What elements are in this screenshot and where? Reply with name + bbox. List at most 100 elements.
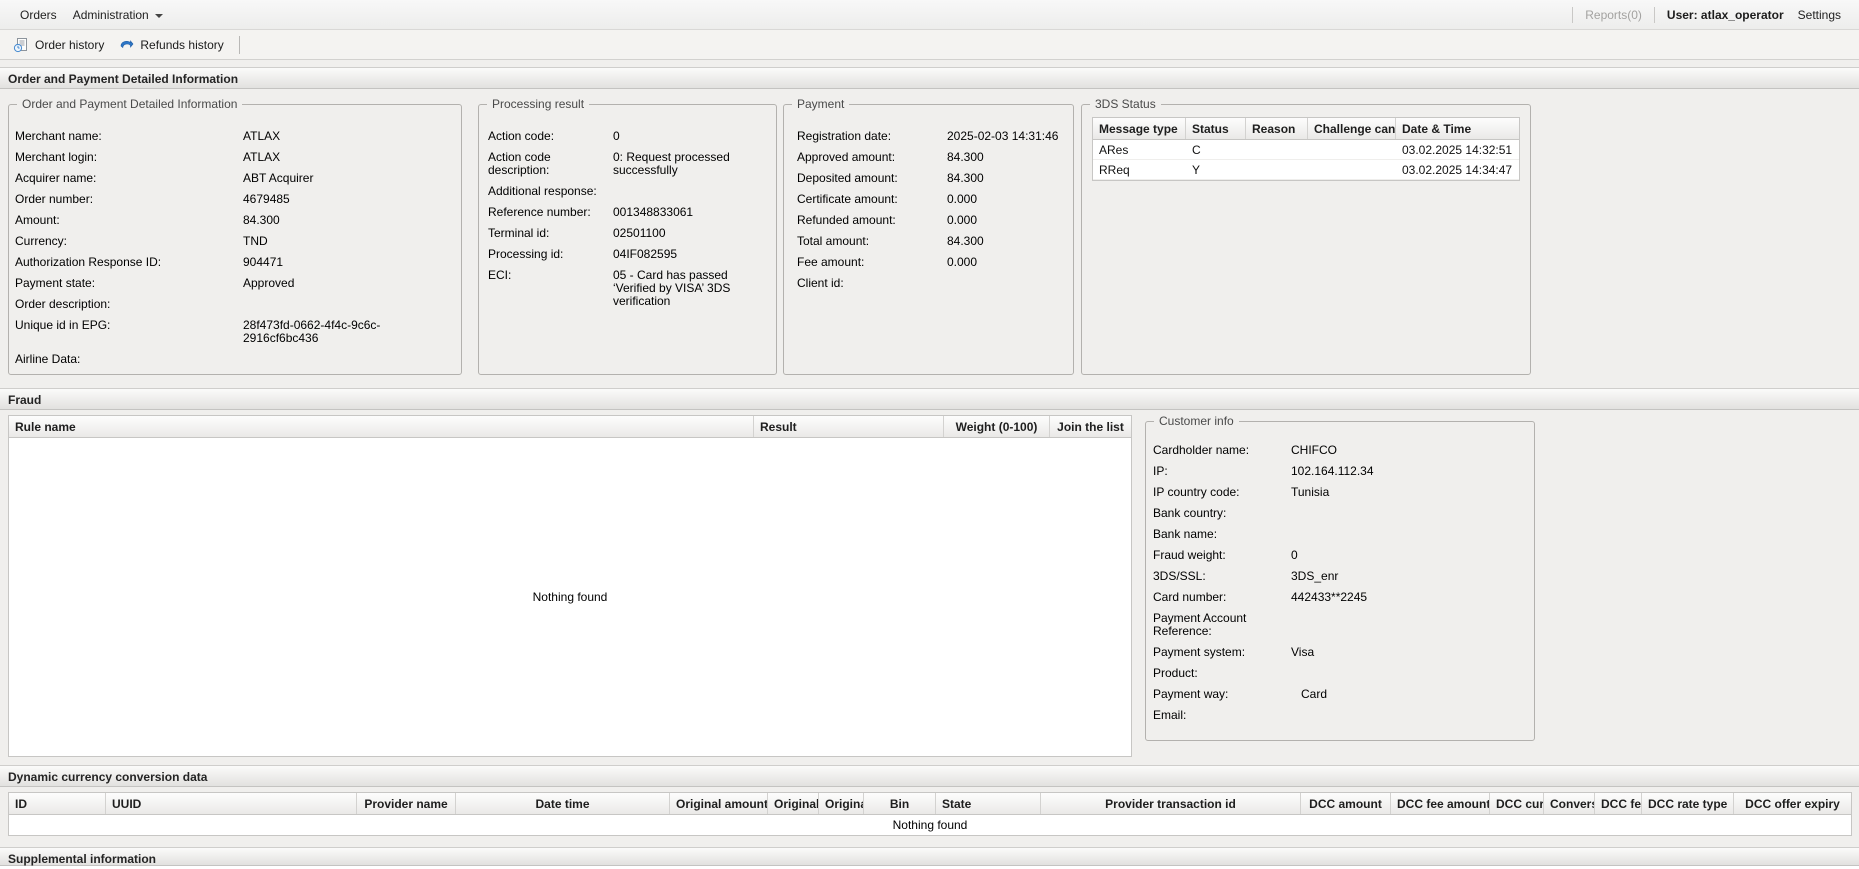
- field-value: Tunisia: [1291, 485, 1330, 499]
- menu-administration-label: Administration: [72, 7, 149, 22]
- field-row: Certificate amount: 0.000: [797, 193, 1065, 206]
- field-row: IP country code: Tunisia: [1153, 486, 1526, 499]
- supplemental-section-title: Supplemental information: [8, 852, 157, 866]
- field-value: ATLAX: [243, 129, 281, 143]
- cell-reason: [1246, 160, 1308, 179]
- field-label: Card number:: [1153, 590, 1227, 604]
- field-row: Amount: 84.300: [15, 214, 453, 227]
- field-row: Currency: TND: [15, 235, 453, 248]
- column-header-challenge-cancel[interactable]: Challenge cancel: [1308, 118, 1396, 139]
- menu-reports: Reports(0): [1585, 7, 1642, 22]
- field-value: 442433**2245: [1291, 590, 1368, 604]
- fraud-empty-message: Nothing found: [9, 438, 1131, 756]
- refunds-history-label: Refunds history: [140, 37, 224, 52]
- column-header-original-amount[interactable]: Original amount: [670, 793, 768, 814]
- field-label: Total amount:: [797, 234, 870, 248]
- dcc-section-title: Dynamic currency conversion data: [8, 770, 208, 784]
- refunds-history-button[interactable]: Refunds history: [111, 34, 230, 56]
- field-label: Fraud weight:: [1153, 548, 1226, 562]
- field-value: 0: [1291, 548, 1298, 562]
- field-label: Terminal id:: [488, 226, 550, 240]
- column-header-dcc-fee[interactable]: DCC fee: [1595, 793, 1642, 814]
- field-label: Acquirer name:: [15, 171, 97, 185]
- field-row: 3DS/SSL: 3DS_enr: [1153, 570, 1526, 583]
- column-header-dcc-amount[interactable]: DCC amount: [1301, 793, 1391, 814]
- menu-settings[interactable]: Settings: [1796, 4, 1843, 26]
- processing-result-legend: Processing result: [487, 97, 590, 111]
- order-detail-panel: Order and Payment Detailed Information M…: [8, 97, 462, 375]
- toolbar: Order history Refunds history: [0, 30, 1859, 60]
- fraud-rules-table: Rule name Result Weight (0-100) Join the…: [8, 415, 1132, 757]
- field-label: Product:: [1153, 666, 1198, 680]
- field-label: Payment way:: [1153, 687, 1229, 701]
- field-label: Deposited amount:: [797, 171, 898, 185]
- column-header-dcc-rate-type[interactable]: DCC rate type: [1642, 793, 1734, 814]
- field-label: Reference number:: [488, 205, 591, 219]
- field-label: Processing id:: [488, 247, 564, 261]
- column-header-date-time[interactable]: Date & Time: [1396, 118, 1519, 139]
- menu-administration[interactable]: Administration: [65, 4, 171, 26]
- field-label: Bank name:: [1153, 527, 1218, 541]
- order-history-button[interactable]: Order history: [6, 34, 111, 56]
- column-header-rule-name[interactable]: Rule name: [9, 416, 754, 437]
- field-value: 84.300: [947, 234, 984, 248]
- field-row: Registration date: 2025-02-03 14:31:46: [797, 130, 1065, 143]
- column-header-dcc-currency[interactable]: DCC curr: [1490, 793, 1544, 814]
- field-row: IP: 102.164.112.34: [1153, 465, 1526, 478]
- column-header-provider-name[interactable]: Provider name: [357, 793, 456, 814]
- menubar-separator: [1572, 6, 1574, 23]
- column-header-original-fee[interactable]: Original f: [768, 793, 819, 814]
- column-header-provider-transaction-id[interactable]: Provider transaction id: [1041, 793, 1301, 814]
- cell-status: Y: [1192, 163, 1201, 177]
- column-header-conversion-rate[interactable]: Conversi: [1544, 793, 1595, 814]
- current-user-label: User: atlax_operator: [1666, 7, 1784, 22]
- field-row: Product:: [1153, 667, 1526, 680]
- dcc-table-header: ID UUID Provider name Date time Original…: [9, 793, 1851, 815]
- dcc-empty-message: Nothing found: [9, 815, 1851, 835]
- column-header-reason[interactable]: Reason: [1246, 118, 1308, 139]
- field-row: Unique id in EPG: 28f473fd-0662-4f4c-9c6c…: [15, 319, 453, 345]
- field-value: 84.300: [947, 171, 984, 185]
- field-row: Refunded amount: 0.000: [797, 214, 1065, 227]
- field-value: 84.300: [243, 213, 280, 227]
- column-header-dcc-fee-amount[interactable]: DCC fee amount: [1391, 793, 1490, 814]
- menu-orders[interactable]: Orders: [12, 4, 65, 26]
- field-value: 001348833061: [613, 205, 694, 219]
- field-label: Merchant name:: [15, 129, 102, 143]
- field-row: Authorization Response ID: 904471: [15, 256, 453, 269]
- order-history-icon: [13, 37, 27, 52]
- column-header-status[interactable]: Status: [1186, 118, 1246, 139]
- field-value: 05 - Card has passed ‘Verified by VISA’ …: [613, 268, 731, 308]
- menu-settings-label: Settings: [1797, 7, 1841, 22]
- column-header-uuid[interactable]: UUID: [106, 793, 357, 814]
- order-section-title: Order and Payment Detailed Information: [8, 72, 239, 86]
- column-header-weight[interactable]: Weight (0-100): [944, 416, 1050, 437]
- column-header-join-the-list[interactable]: Join the list: [1050, 416, 1131, 437]
- column-header-original-currency[interactable]: Original c: [819, 793, 864, 814]
- field-row: Payment state: Approved: [15, 277, 453, 290]
- field-value: 102.164.112.34: [1291, 464, 1374, 478]
- field-value: CHIFCO: [1291, 443, 1337, 457]
- column-header-state[interactable]: State: [936, 793, 1041, 814]
- column-header-date-time[interactable]: Date time: [456, 793, 670, 814]
- field-label: Merchant login:: [15, 150, 98, 164]
- column-header-dcc-offer-expiry[interactable]: DCC offer expiry: [1734, 793, 1851, 814]
- table-row[interactable]: ARes C 03.02.2025 14:32:51: [1093, 140, 1519, 160]
- column-header-id[interactable]: ID: [9, 793, 106, 814]
- table-row[interactable]: RReq Y 03.02.2025 14:34:47: [1093, 160, 1519, 180]
- field-label: ECI:: [488, 268, 512, 282]
- menubar-separator: [1653, 6, 1655, 23]
- field-row: Payment way: Card: [1153, 688, 1526, 701]
- field-row: Fee amount: 0.000: [797, 256, 1065, 269]
- field-value: 0.000: [947, 255, 978, 269]
- field-row: Additional response:: [488, 185, 768, 198]
- column-header-result[interactable]: Result: [754, 416, 944, 437]
- field-row: Processing id: 04IF082595: [488, 248, 768, 261]
- column-header-message-type[interactable]: Message type: [1093, 118, 1186, 139]
- field-label: 3DS/SSL:: [1153, 569, 1206, 583]
- field-label: Client id:: [797, 276, 844, 290]
- field-value: 904471: [243, 255, 284, 269]
- column-header-bin[interactable]: Bin: [864, 793, 936, 814]
- field-value: 4679485: [243, 192, 290, 206]
- field-value: ABT Acquirer: [243, 171, 314, 185]
